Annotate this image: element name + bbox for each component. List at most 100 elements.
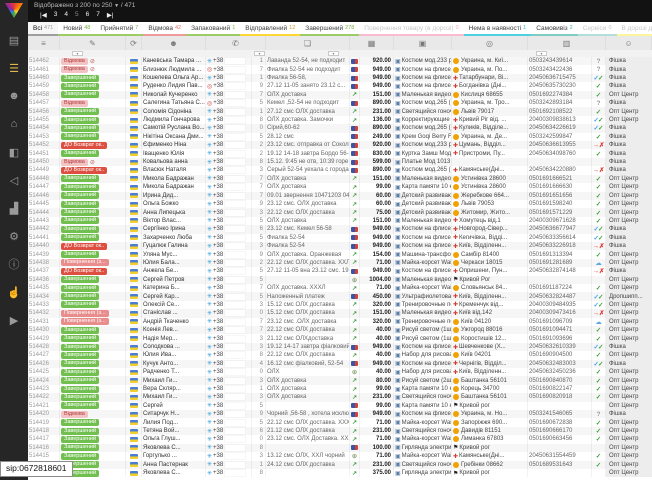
address-cell[interactable]: Лиманка 67803 <box>452 435 528 443</box>
order-id-sort-icon[interactable]: ≡ <box>28 36 60 50</box>
table-row[interactable]: 514454ЗавершенийСамотій Руслана Во...✳+3… <box>28 124 652 132</box>
address-cell[interactable]: Украина, м. Но... <box>452 410 528 418</box>
call-binotel-icon[interactable]: ✳ <box>207 217 212 224</box>
comment-cell[interactable]: 24.12 смс ОЛХ доставка <box>266 461 350 469</box>
product-cell[interactable]: ▣Детский развивающий констру... <box>394 192 452 200</box>
table-row[interactable]: 514433ЗавершенийОлексій Се...✳+38315.12 … <box>28 301 652 309</box>
product-cell[interactable]: ▣Костюм на флисе Мод.1014 (1ш... <box>394 225 452 233</box>
client-name-cell[interactable]: Яковлева С... <box>142 469 206 477</box>
address-cell[interactable]: ✚Чернігів, Відділ... <box>452 360 528 368</box>
tab-Відправлений[interactable]: Відправлений12 <box>240 22 300 36</box>
address-cell[interactable]: Давидів 81151 <box>452 427 528 435</box>
status-badge[interactable]: Завершений <box>61 75 99 82</box>
status-badge[interactable]: Завершений <box>61 402 99 409</box>
call-binotel-icon[interactable]: ✳ <box>207 386 212 393</box>
tab-Самовивіз[interactable]: Самовивіз2 <box>531 22 578 36</box>
tracking-number-cell[interactable] <box>528 444 592 452</box>
client-name-cell[interactable]: Юлия Бала... <box>142 259 206 267</box>
address-cell[interactable]: Гребінки 08662 <box>452 461 528 469</box>
address-cell[interactable]: Украина, м. Тро... <box>452 99 528 107</box>
call-binotel-icon[interactable]: ✳ <box>207 360 212 367</box>
tracking-number-cell[interactable] <box>528 402 592 410</box>
comment-cell[interactable]: ОЛХ доставка <box>266 175 350 183</box>
comment-cell[interactable]: ОЛХ доставка <box>266 393 350 401</box>
table-row[interactable]: 514442ЗавершенийСергіїнко Ірина✳+38623.1… <box>28 225 652 233</box>
client-name-cell[interactable]: Уляна Мус... <box>142 250 206 258</box>
address-cell[interactable]: ✚Кегичівка, Відді... <box>452 234 528 242</box>
address-cell[interactable]: Баштанка 56101 <box>452 393 528 401</box>
status-badge[interactable]: Повернення (з... <box>61 310 109 317</box>
comment-cell[interactable] <box>266 444 350 452</box>
call-binotel-icon[interactable]: ✳ <box>207 402 212 409</box>
address-cell[interactable]: ✚Камянське(Дні... <box>452 166 528 174</box>
table-row[interactable]: 514435ЗавершенийКатерина Б...✳+387ОЛХ до… <box>28 284 652 292</box>
client-name-cell[interactable]: Кошелева Ольга Ар... <box>142 74 206 82</box>
status-badge[interactable]: ДО Возврат ок.. <box>61 167 107 174</box>
tracking-number-cell[interactable]: 0501689531643 <box>528 461 592 469</box>
comment-cell[interactable] <box>266 469 350 477</box>
orders-icon[interactable]: ☰ <box>0 54 28 82</box>
call-binotel-icon[interactable]: ✳ <box>207 461 212 468</box>
table-row[interactable]: 514422ЗавершенийМихаил Ги...✳+383ОЛХ дос… <box>28 393 652 401</box>
address-cell[interactable]: ✚Опришени, Пун... <box>452 267 528 275</box>
comment-cell[interactable]: Чорний ,56-58 , хотела исключ... <box>266 410 350 418</box>
call-missed-icon[interactable]: ◎ <box>207 66 212 73</box>
address-cell[interactable]: Устинівка 28600 <box>452 175 528 183</box>
tracking-number-cell[interactable]: 20450634220880 <box>528 166 592 174</box>
tracking-number-cell[interactable]: 0501692108522 <box>528 107 592 115</box>
app-logo-icon[interactable] <box>5 3 23 18</box>
call-binotel-icon[interactable]: ✳ <box>207 125 212 132</box>
comment-cell[interactable]: ОЛХ доставка. Оранжевая <box>266 250 350 258</box>
table-row[interactable]: 514453ЗавершенийНікітіна Оксана Дми...✳+… <box>28 133 652 141</box>
call-binotel-icon[interactable]: ✳ <box>207 285 212 292</box>
comment-cell[interactable]: ОЛХ <box>266 368 350 376</box>
tracking-number-cell[interactable]: 0501691313394 <box>528 250 592 258</box>
tracking-number-cell[interactable]: 0501690840870 <box>528 376 592 384</box>
address-cell[interactable]: ✚Камянське(Дні... <box>452 452 528 460</box>
status-badge[interactable]: Завершений <box>61 217 99 224</box>
per-page-dropdown-icon[interactable]: ▼ <box>114 3 119 9</box>
status-badge[interactable]: Завершений <box>61 276 99 283</box>
address-cell[interactable]: ✚Куликів, Відділе... <box>452 124 528 132</box>
product-cell[interactable]: ▣Майка-корсет Waist Trainer *142... <box>394 259 452 267</box>
tracking-number-cell[interactable]: 0503241546065 <box>528 410 592 418</box>
table-row[interactable]: 514413ЗавершенийЯковлева С...✳+388↗375.0… <box>28 469 652 477</box>
call-binotel-icon[interactable]: ✳ <box>207 142 212 149</box>
tracking-number-cell[interactable] <box>528 276 592 284</box>
tracking-number-cell[interactable]: 20450636613955 <box>528 141 592 149</box>
call-binotel-icon[interactable]: ✳ <box>207 75 212 82</box>
client-name-cell[interactable]: Ксенія Лев... <box>142 326 206 334</box>
comment-cell[interactable]: 22.12 смс ОЛХ доставка <box>266 351 350 359</box>
first-page-button[interactable]: |◀ <box>40 11 47 19</box>
product-cell[interactable]: ▣Костюм мод.265 (1шт. х 890.00 ... <box>394 99 452 107</box>
address-cell[interactable]: ✚Шевченкове (Х... <box>452 343 528 351</box>
product-cell[interactable]: ▣Ультрафиолетовая бактерицид... <box>394 292 452 300</box>
status-badge[interactable]: Завершений <box>61 108 99 115</box>
product-cell[interactable]: ▣Маленькая видеокамера SQ8 *... <box>394 91 452 99</box>
comment-cell[interactable]: 15.12 смс ОЛХ доставка <box>266 301 350 309</box>
client-name-cell[interactable]: Михаил Ги... <box>142 393 206 401</box>
comment-cell[interactable]: 23.12 смс. отправка от Сокол... <box>266 141 350 149</box>
status-badge[interactable]: Завершений <box>61 327 99 334</box>
status-badge[interactable]: Завершений <box>61 234 99 241</box>
call-binotel-icon[interactable]: ✳ <box>207 91 212 98</box>
product-cell[interactable]: ▣Костюм на флисе Мод.1014 (1ш... <box>394 82 452 90</box>
address-cell[interactable]: ✚Київ, Відділенн... <box>452 292 528 300</box>
product-cell[interactable]: ▣Карта памяти 10 класс - 32Гб *1... <box>394 402 452 410</box>
comment-cell[interactable]: 13.12 смс ОЛХ, ХХЛ чорний <box>266 452 350 460</box>
client-name-cell[interactable]: Микола Бадражан <box>142 183 206 191</box>
tracking-number-cell[interactable]: 0501690663456 <box>528 435 592 443</box>
client-name-cell[interactable]: Андрій Ткаченко <box>142 318 206 326</box>
tracking-number-cell[interactable] <box>528 469 592 477</box>
comment-cell[interactable]: 23.12 смс. ОЛХ доставка <box>266 200 350 208</box>
client-name-cell[interactable]: Салегина Татьяна С... <box>142 99 206 107</box>
client-name-cell[interactable]: Людмила Гончарова <box>142 116 206 124</box>
table-row[interactable]: 514417ЗавершенийОльга Глуш...✳+38023.12 … <box>28 435 652 443</box>
status-badge[interactable]: Завершений <box>61 251 99 258</box>
comment-cell[interactable]: ОЛХ доставка <box>266 217 350 225</box>
comment-cell[interactable]: Сірий,60-62 <box>266 124 350 132</box>
call-binotel-icon[interactable]: ✳ <box>207 411 212 418</box>
tracking-number-cell[interactable]: 20450635730230 <box>528 82 592 90</box>
product-cell[interactable]: ▣Костюм мод.265 (1шт. х 890.00 ... <box>394 166 452 174</box>
comment-cell[interactable]: 28.12 смс <box>266 133 350 141</box>
